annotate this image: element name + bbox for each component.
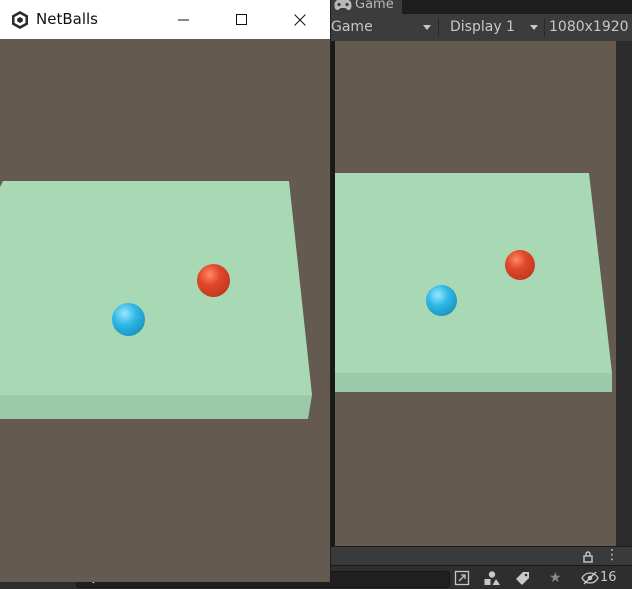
view-dropdown-label: Game <box>331 19 373 35</box>
scene-gizmo-icon[interactable] <box>454 570 470 586</box>
game-view-toolbar: Game Display 1 1080x1920 <box>330 14 632 41</box>
game-blue-ball <box>426 285 457 316</box>
minimize-icon <box>177 19 189 21</box>
chevron-down-icon <box>423 25 431 30</box>
blue-ball <box>112 303 145 336</box>
minimize-button[interactable] <box>160 0 206 39</box>
gamepad-icon <box>334 0 352 10</box>
star-icon[interactable]: ★ <box>549 568 562 588</box>
game-viewport[interactable] <box>0 39 330 582</box>
tag-icon[interactable] <box>515 571 531 586</box>
toolbar-divider <box>438 18 439 37</box>
lock-icon[interactable] <box>583 550 593 563</box>
display-dropdown[interactable]: Display 1 <box>442 14 542 41</box>
game-floor-side <box>335 373 612 392</box>
visibility-count: 16 <box>600 570 617 585</box>
game-floor <box>335 173 612 373</box>
close-button[interactable] <box>277 0 323 39</box>
game-red-ball <box>505 250 535 280</box>
more-icon[interactable]: ⋮ <box>605 545 619 565</box>
toolbar-divider <box>544 18 545 37</box>
eye-slash-icon <box>581 571 599 585</box>
shapes-icon[interactable] <box>483 570 501 586</box>
red-ball <box>197 264 230 297</box>
maximize-button[interactable] <box>218 0 264 39</box>
resolution-dropdown-label: 1080x1920 <box>549 19 629 35</box>
vertical-scrollbar[interactable] <box>616 41 632 546</box>
game-tab-label: Game <box>355 0 394 12</box>
floor-platform <box>0 181 312 419</box>
close-icon <box>294 13 306 26</box>
view-dropdown[interactable]: Game <box>330 14 436 41</box>
display-dropdown-label: Display 1 <box>450 19 515 35</box>
window-title: NetBalls <box>36 10 98 28</box>
chevron-down-icon <box>530 25 538 30</box>
tab-game[interactable]: Game <box>330 0 402 14</box>
maximize-icon <box>235 14 247 25</box>
panel-header-bar: ⋮ <box>330 546 632 566</box>
unity-logo-icon <box>12 11 28 29</box>
resolution-dropdown[interactable]: 1080x1920 <box>548 14 632 41</box>
visibility-toggle[interactable]: 16 <box>581 568 617 588</box>
window-title-bar[interactable]: NetBalls <box>0 0 330 39</box>
netballs-window: NetBalls <box>0 0 330 582</box>
